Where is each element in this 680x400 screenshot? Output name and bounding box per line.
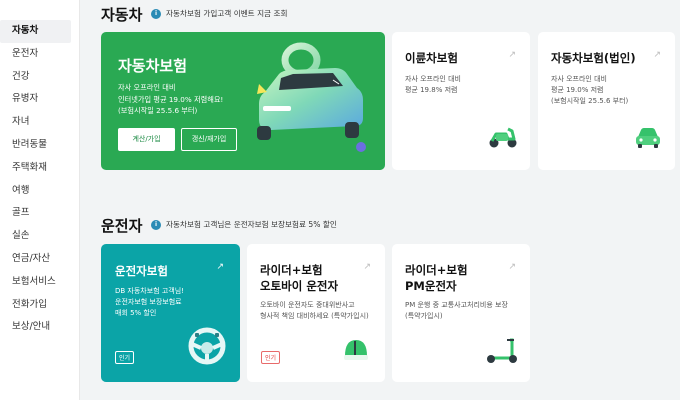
motorcycle-desc-line1: 자사 오프라인 대비 xyxy=(405,75,461,83)
car-front-icon xyxy=(636,128,660,148)
arrow-up-right-icon: ↗ xyxy=(653,50,661,60)
corporate-desc-line2: 평균 19.0% 저렴 xyxy=(551,85,604,94)
category-sidebar: 자동차 운전자 건강 유병자 자녀 반려동물 주택화재 여행 골프 실손 연금/… xyxy=(0,0,80,400)
sidebar-item-travel[interactable]: 여행 xyxy=(0,180,79,203)
pm-title-line2: PM운전자 xyxy=(405,278,457,293)
driver-discount-note[interactable]: i 자동차보험 고객님은 운전자보험 보장보험료 5% 할인 xyxy=(151,219,337,230)
sidebar-item-health[interactable]: 건강 xyxy=(0,66,79,89)
rider-desc-line2: 형사적 책임 대비하세요 (특약가입시) xyxy=(260,311,369,320)
pm-rider-card[interactable]: 라이더+보험 PM운전자 PM 운행 중 교통사고처리비용 보장 (특약가입시)… xyxy=(392,244,530,382)
arrow-up-right-icon: ↗ xyxy=(363,262,371,272)
kick-scooter-icon xyxy=(487,338,517,363)
corporate-car-insurance-card[interactable]: 자동차보험(법인) 자사 오프라인 대비 평균 19.0% 저렴 (보험시작일 … xyxy=(538,32,675,170)
sidebar-item-golf[interactable]: 골프 xyxy=(0,202,79,225)
helmet-icon xyxy=(344,340,368,360)
driver-card-desc: DB 자동차보험 고객님! 운전자보험 보장보험료 매회 5% 할인 xyxy=(115,286,184,319)
section-title-driver: 운전자 xyxy=(101,217,143,235)
sidebar-item-services[interactable]: 보험서비스 xyxy=(0,271,79,294)
event-info-icon: i xyxy=(151,8,161,19)
sidebar-item-driver[interactable]: 운전자 xyxy=(0,43,79,66)
motorcycle-insurance-card[interactable]: 이륜차보험 자사 오프라인 대비 평균 19.8% 저렴 ↗ xyxy=(392,32,530,170)
pm-title-line1: 라이더+보험 xyxy=(405,263,468,277)
arrow-up-right-icon: ↗ xyxy=(508,50,516,60)
hero-desc-line3: (보험시작일 25.5.6 부터) xyxy=(118,106,198,116)
steering-wheel-icon xyxy=(188,327,226,365)
car-illustration-icon xyxy=(257,42,366,152)
scooter-icon xyxy=(489,127,517,148)
rider-card-desc: 오토바이 운전자도 중대위반사고 형사적 책임 대비하세요 (특약가입시) xyxy=(260,300,369,322)
arrow-up-right-icon: ↗ xyxy=(508,262,516,272)
discount-info-icon: i xyxy=(151,219,161,230)
car-insurance-hero-card[interactable]: 자동차보험 자사 오프라인 대비 인터넷가입 평균 19.0% 저렴해요! (보… xyxy=(101,32,385,170)
driver-insurance-card[interactable]: 운전자보험 DB 자동차보험 고객님! 운전자보험 보장보험료 매회 5% 할인… xyxy=(101,244,240,382)
pm-card-desc: PM 운행 중 교통사고처리비용 보장 (특약가입시) xyxy=(405,300,508,322)
calculate-signup-button[interactable]: 계산/가입 xyxy=(118,128,175,151)
sidebar-item-home-fire[interactable]: 주택화재 xyxy=(0,157,79,180)
rider-title-line2: 오토바이 운전자 xyxy=(260,278,339,293)
driver-card-title: 운전자보험 xyxy=(115,264,168,278)
rider-card-title: 라이더+보험 오토바이 운전자 xyxy=(260,263,338,294)
sidebar-item-car[interactable]: 자동차 xyxy=(0,20,71,43)
rider-title-line1: 라이더+보험 xyxy=(260,263,323,277)
corporate-desc-line3: (보험시작일 25.5.6 부터) xyxy=(551,96,629,105)
motorcycle-card-desc: 자사 오프라인 대비 평균 19.8% 저렴 xyxy=(405,74,461,96)
pm-desc-line2: (특약가입시) xyxy=(405,311,443,320)
arrow-up-right-icon: ↗ xyxy=(216,262,224,272)
motorcycle-desc-line2: 평균 19.8% 저렴 xyxy=(405,85,458,94)
motorcycle-card-title: 이륜차보험 xyxy=(405,51,458,65)
hero-desc: 자사 오프라인 대비 인터넷가입 평균 19.0% 저렴해요! (보험시작일 2… xyxy=(118,82,223,117)
pm-card-title: 라이더+보험 PM운전자 xyxy=(405,263,468,294)
car-event-note[interactable]: i 자동차보험 가입고객 이벤트 지금 조회 xyxy=(151,8,287,19)
driver-desc-line2: 운전자보험 보장보험료 xyxy=(115,297,182,306)
driver-desc-line1: DB 자동차보험 고객님! xyxy=(115,287,184,295)
driver-desc-line3: 매회 5% 할인 xyxy=(115,308,157,317)
sidebar-item-medical[interactable]: 실손 xyxy=(0,225,79,248)
hero-desc-line2: 인터넷가입 평균 19.0% 저렴해요! xyxy=(118,94,224,104)
sidebar-item-claims[interactable]: 보상/안내 xyxy=(0,316,79,339)
hero-title: 자동차보험 xyxy=(118,57,188,75)
sidebar-item-preexisting[interactable]: 유병자 xyxy=(0,88,79,111)
sidebar-item-children[interactable]: 자녀 xyxy=(0,111,79,134)
sidebar-item-phone-signup[interactable]: 전화가입 xyxy=(0,294,79,317)
corporate-card-title: 자동차보험(법인) xyxy=(551,51,636,65)
popular-badge: 인기 xyxy=(261,351,281,364)
rider-desc-line1: 오토바이 운전자도 중대위반사고 xyxy=(260,301,355,309)
popular-badge: 인기 xyxy=(115,351,135,364)
sidebar-item-pets[interactable]: 반려동물 xyxy=(0,134,79,157)
rider-motorcycle-card[interactable]: 라이더+보험 오토바이 운전자 오토바이 운전자도 중대위반사고 형사적 책임 … xyxy=(247,244,385,382)
car-event-note-text: 자동차보험 가입고객 이벤트 지금 조회 xyxy=(166,9,288,18)
corporate-card-desc: 자사 오프라인 대비 평균 19.0% 저렴 (보험시작일 25.5.6 부터) xyxy=(551,74,628,107)
driver-discount-note-text: 자동차보험 고객님은 운전자보험 보장보험료 5% 할인 xyxy=(166,220,337,229)
hero-desc-line1: 자사 오프라인 대비 xyxy=(118,83,176,92)
pm-desc-line1: PM 운행 중 교통사고처리비용 보장 xyxy=(405,301,508,309)
section-title-car: 자동차 xyxy=(101,6,143,24)
sidebar-item-pension[interactable]: 연금/자산 xyxy=(0,248,79,271)
renew-rejoin-button[interactable]: 갱신/재가입 xyxy=(181,128,237,151)
corporate-desc-line1: 자사 오프라인 대비 xyxy=(551,75,607,83)
